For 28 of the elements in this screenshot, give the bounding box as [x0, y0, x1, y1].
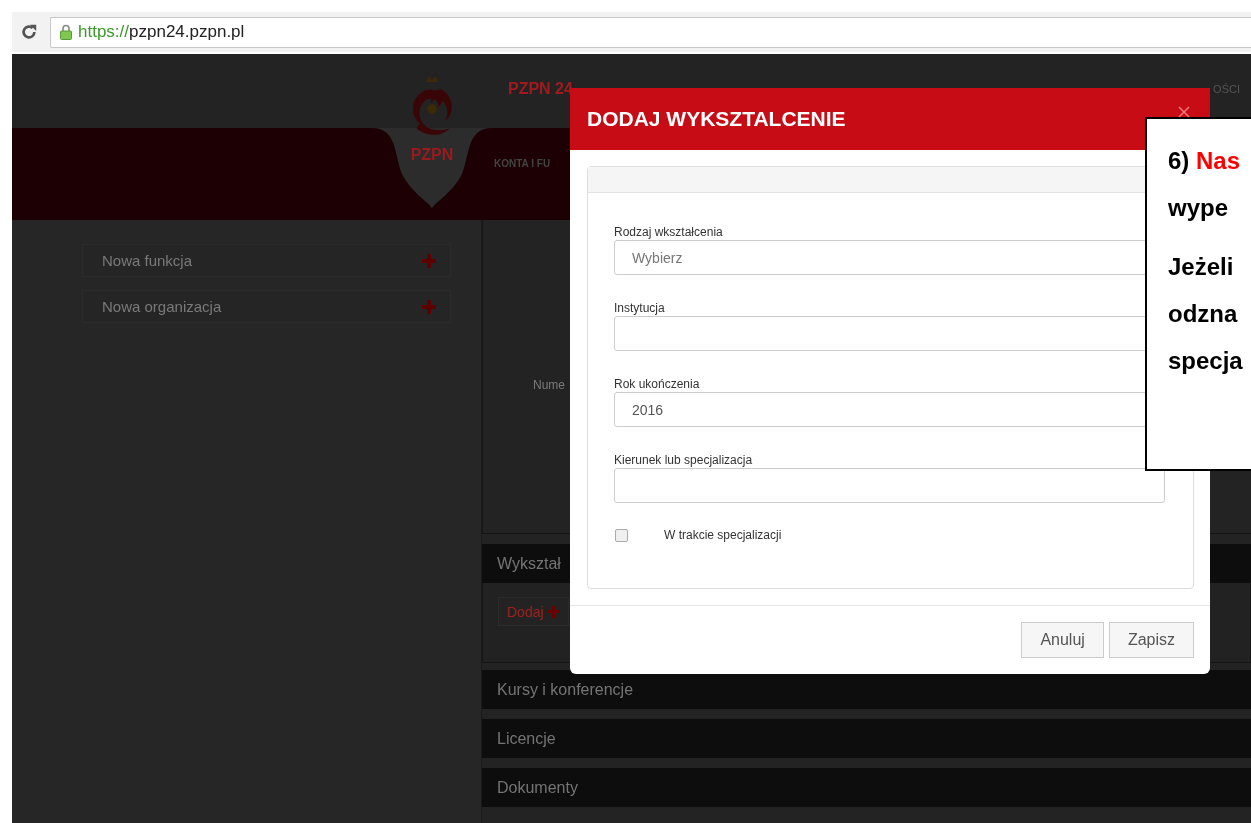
sidebar-item[interactable]: Nowa organizacja — [82, 290, 451, 323]
section-header[interactable]: Licencje — [482, 719, 1251, 758]
dialog-button[interactable]: Zapisz — [1108, 622, 1194, 658]
checkbox-label: W trakcie specjalizacji — [664, 528, 782, 542]
field-label: Kierunek lub specjalizacja — [614, 452, 754, 468]
dialog-button[interactable]: Anuluj — [1021, 622, 1104, 658]
close-icon[interactable] — [1178, 106, 1190, 118]
input-field[interactable] — [614, 468, 1165, 503]
sidebar-item[interactable]: Nowa funkcja — [82, 244, 451, 277]
logo-text: PZPN — [410, 146, 454, 164]
reload-icon[interactable] — [20, 23, 38, 41]
field-label: Rodzaj wkształcenia — [614, 224, 724, 240]
lock-icon — [60, 24, 72, 40]
modal-title: DODAJ WYKSZTALCENIE — [587, 107, 846, 131]
field-label: Nume — [533, 377, 565, 392]
sidebar-item-label: Nowa funkcja — [102, 252, 193, 269]
callout-text: specja — [1168, 346, 1244, 376]
section-header[interactable]: Kursy i konferencje — [482, 670, 1251, 709]
section-header[interactable]: Dokumenty — [482, 768, 1251, 807]
callout-text: Jeżeli — [1168, 252, 1235, 282]
field-label: Instytucja — [614, 300, 666, 316]
callout-text: odzna — [1168, 299, 1239, 329]
callout-text: 6) Nas — [1168, 146, 1242, 176]
callout-text: wype — [1168, 193, 1230, 223]
sidebar-item-label: Nowa organizacja — [102, 298, 222, 315]
field-label: Rok ukończenia — [614, 376, 701, 392]
checkbox[interactable] — [615, 528, 628, 542]
address-field[interactable]: https://pzpn24.pzpn.pl — [50, 16, 1251, 48]
